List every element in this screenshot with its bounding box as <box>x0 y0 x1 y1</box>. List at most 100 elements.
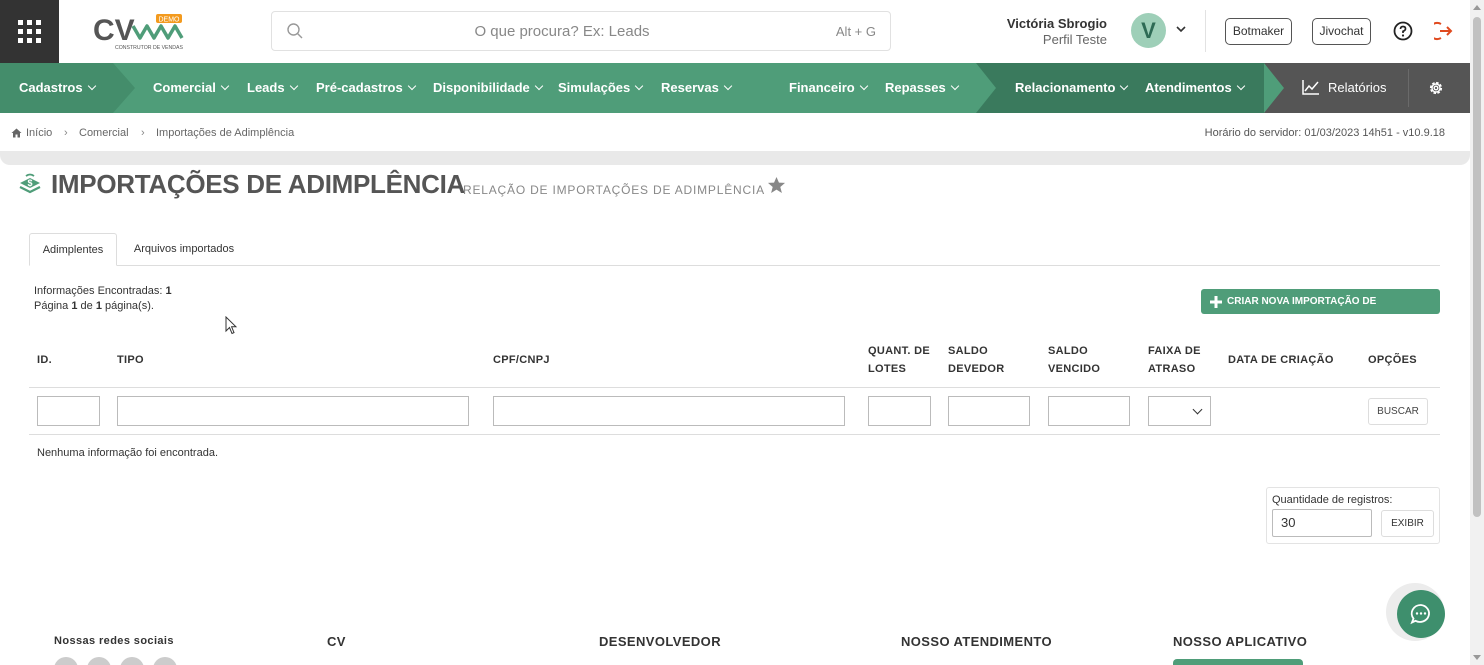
nav-atendimentos[interactable]: Atendimentos <box>1145 63 1245 113</box>
filter-saldo-vencido-input[interactable] <box>1048 396 1130 426</box>
footer-cv-title: CV <box>327 634 346 649</box>
logout-icon[interactable] <box>1434 21 1454 41</box>
chevron-down-icon <box>87 81 96 91</box>
records-per-page-label: Quantidade de registros: <box>1272 494 1393 506</box>
apps-menu-button[interactable] <box>0 0 59 63</box>
chevron-down-icon[interactable] <box>1174 22 1188 36</box>
breadcrumb-inicio[interactable]: Início <box>26 127 52 139</box>
filter-cpf-cnpj-input[interactable] <box>493 396 845 426</box>
cv-logo[interactable]: CV DEMO CONSTRUTOR DE VENDAS <box>93 12 185 52</box>
avatar[interactable]: V <box>1131 13 1166 48</box>
svg-text:$: $ <box>27 178 32 188</box>
nav-disponibilidade[interactable]: Disponibilidade <box>433 63 544 113</box>
create-import-button[interactable]: CRIAR NOVA IMPORTAÇÃO DE ADIMPLÊNCIA <box>1201 289 1440 332</box>
help-icon[interactable] <box>1393 21 1413 41</box>
nav-leads[interactable]: Leads <box>247 63 298 113</box>
footer-support-title: NOSSO ATENDIMENTO <box>901 634 1053 649</box>
chart-line-icon <box>1302 80 1319 95</box>
jivochat-button[interactable]: Jivochat <box>1312 18 1371 45</box>
breadcrumb-current: Importações de Adimplência <box>156 127 295 139</box>
scroll-down-arrow[interactable] <box>1473 655 1481 660</box>
mouse-cursor-icon <box>225 316 237 335</box>
footer-app-title: NOSSO APLICATIVO <box>1173 634 1308 649</box>
chevron-down-icon <box>950 81 959 91</box>
footer-developer-title: DESENVOLVEDOR <box>599 634 721 649</box>
filter-saldo-devedor-input[interactable] <box>948 396 1030 426</box>
user-name[interactable]: Victória Sbrogio <box>1007 16 1107 31</box>
breadcrumb-comercial[interactable]: Comercial <box>79 127 129 139</box>
gear-icon[interactable] <box>1427 79 1445 97</box>
empty-table-message: Nenhuma informação foi encontrada. <box>37 447 218 459</box>
column-header-quant-lotes: QUANT. DE LOTES <box>868 345 930 375</box>
search-input[interactable] <box>312 17 812 45</box>
home-icon <box>11 128 22 138</box>
breadcrumb-separator: › <box>64 127 68 139</box>
nav-pre-cadastros[interactable]: Pré-cadastros <box>316 63 416 113</box>
table-filter-divider <box>29 434 1440 435</box>
column-header-data-criacao: DATA DE CRIAÇÃO <box>1228 354 1334 366</box>
show-records-button[interactable]: EXIBIR <box>1381 510 1434 537</box>
global-search: Alt + G <box>271 11 891 51</box>
page-title: IMPORTAÇÕES DE ADIMPLÊNCIA <box>51 169 465 199</box>
chevron-down-icon <box>289 81 298 91</box>
chevron-down-icon <box>723 81 733 91</box>
chevron-down-icon <box>1236 81 1245 91</box>
column-header-tipo: TIPO <box>117 354 144 366</box>
pagination-info: Página 1 de 1 página(s). <box>34 300 154 312</box>
chevron-down-icon <box>1120 81 1129 91</box>
tab-arquivos-importados[interactable]: Arquivos importados <box>125 233 243 266</box>
footer-social-title: Nossas redes sociais <box>54 635 174 647</box>
linkedin-icon[interactable] <box>120 657 144 665</box>
svg-text:CONSTRUTOR DE VENDAS: CONSTRUTOR DE VENDAS <box>115 45 183 51</box>
scroll-thumb[interactable] <box>1473 17 1481 517</box>
table-header-divider <box>29 387 1440 388</box>
nav-cadastros[interactable]: Cadastros <box>19 63 96 113</box>
nav-repasses[interactable]: Repasses <box>885 63 959 113</box>
page-subtitle: RELAÇÃO DE IMPORTAÇÕES DE ADIMPLÊNCIA <box>463 183 765 197</box>
nav-comercial[interactable]: Comercial <box>153 63 230 113</box>
youtube-icon[interactable] <box>153 657 177 665</box>
search-icon <box>287 23 303 39</box>
favorite-star-icon[interactable] <box>767 176 786 194</box>
header-shadow-band <box>0 151 1470 165</box>
search-button[interactable]: BUSCAR <box>1368 398 1428 425</box>
scroll-up-arrow[interactable] <box>1473 5 1481 10</box>
user-profile[interactable]: Perfil Teste <box>1043 32 1107 47</box>
nav-reservas[interactable]: Reservas <box>661 63 733 113</box>
money-stack-icon: $ <box>19 173 41 194</box>
nav-relacionamento[interactable]: Relacionamento <box>1015 63 1129 113</box>
filter-id-input[interactable] <box>37 396 100 426</box>
column-header-id: ID. <box>37 354 52 366</box>
nav-simulacoes[interactable]: Simulações <box>558 63 644 113</box>
breadcrumb-separator: › <box>141 127 145 139</box>
svg-text:DEMO: DEMO <box>159 17 181 24</box>
instagram-icon[interactable] <box>87 657 111 665</box>
plus-icon <box>1210 296 1222 308</box>
column-header-cpf-cnpj: CPF/CNPJ <box>493 354 550 366</box>
search-shortcut-hint: Alt + G <box>835 24 876 39</box>
facebook-icon[interactable] <box>54 657 78 665</box>
chat-bubble-icon <box>1410 604 1430 625</box>
chevron-down-icon <box>859 81 868 91</box>
filter-tipo-input[interactable] <box>117 396 469 426</box>
chevron-down-icon <box>635 81 644 91</box>
records-per-page-input[interactable]: 30 <box>1272 509 1372 537</box>
filter-quant-lotes-input[interactable] <box>868 396 931 426</box>
grid-icon <box>18 20 41 43</box>
results-count: Informações Encontradas: 1 <box>34 285 172 297</box>
chevron-down-icon <box>220 81 230 91</box>
page-scrollbar[interactable] <box>1470 0 1484 665</box>
server-time: Horário do servidor: 01/03/2023 14h51 - … <box>1204 127 1445 139</box>
column-header-saldo-vencido: SALDO VENCIDO <box>1048 345 1101 375</box>
column-header-saldo-devedor: SALDO DEVEDOR <box>948 345 1005 375</box>
app-store-badge[interactable] <box>1173 659 1303 665</box>
tab-adimplentes[interactable]: Adimplentes <box>29 233 117 266</box>
top-bar: CV DEMO CONSTRUTOR DE VENDAS Alt + G Vic… <box>0 0 1470 63</box>
filter-faixa-atraso-select[interactable] <box>1148 396 1211 426</box>
chevron-down-icon <box>407 81 416 91</box>
botmaker-button[interactable]: Botmaker <box>1225 18 1292 45</box>
svg-text:CV: CV <box>93 14 135 47</box>
nav-financeiro[interactable]: Financeiro <box>789 63 868 113</box>
divider <box>1205 10 1206 52</box>
chevron-down-icon <box>534 81 544 91</box>
